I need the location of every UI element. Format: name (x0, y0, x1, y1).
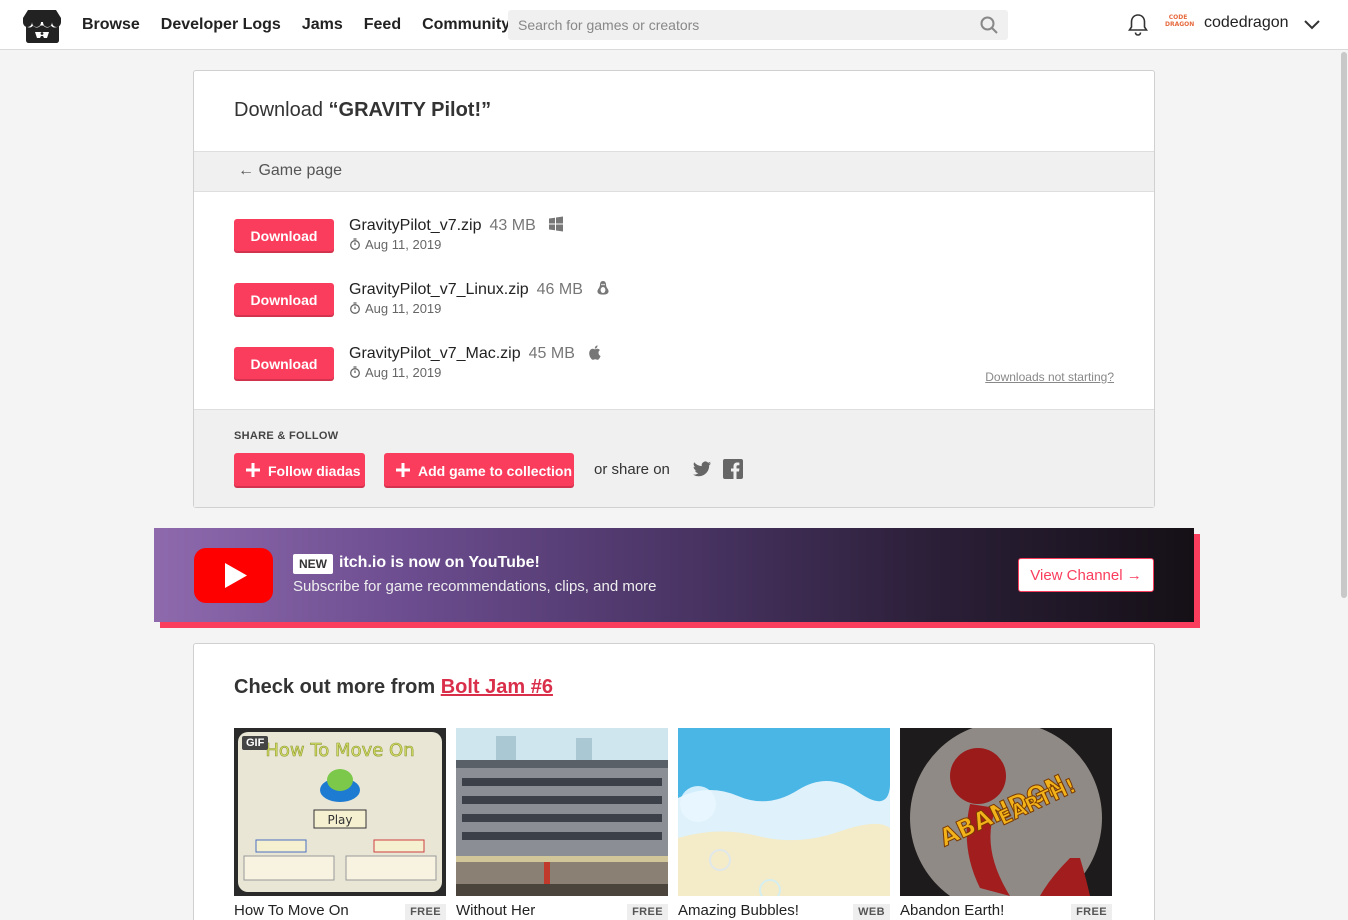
price-tag: FREE (1071, 904, 1112, 920)
add-to-collection-button[interactable]: Add game to collection (384, 453, 574, 488)
svg-text:Play: Play (327, 813, 352, 827)
file-size: 45 MB (528, 345, 575, 362)
main-nav: Browse Developer Logs Jams Feed Communit… (82, 0, 510, 50)
search-input[interactable] (508, 10, 1008, 40)
price-tag: FREE (405, 904, 446, 920)
file-info: GravityPilot_v7.zip 43 MB (349, 216, 564, 235)
game-title[interactable]: How To Move On (234, 902, 349, 919)
game-card[interactable]: Without Her FREE (456, 728, 668, 920)
amazing-bubbles-thumbnail (678, 728, 890, 896)
share-follow-section: SHARE & FOLLOW Follow diadas Add game to… (194, 409, 1154, 507)
download-button[interactable]: Download (234, 283, 334, 317)
avatar[interactable]: CODE DRAGON (1165, 14, 1194, 34)
gif-badge: GIF (242, 736, 269, 750)
download-panel: Download “GRAVITY Pilot!” ← Game page Do… (193, 70, 1155, 508)
download-row: Download GravityPilot_v7_Mac.zip 45 MB Au… (234, 344, 1114, 384)
search-box (508, 10, 1008, 40)
price-tag: FREE (627, 904, 668, 920)
username[interactable]: codedragon (1204, 14, 1289, 32)
notification-bell-icon[interactable] (1127, 13, 1149, 37)
file-name: GravityPilot_v7_Linux.zip (349, 281, 529, 298)
game-card[interactable]: Amazing Bubbles! WEB (678, 728, 890, 920)
download-button[interactable]: Download (234, 347, 334, 381)
new-badge: NEW (293, 554, 333, 574)
plus-icon (246, 463, 260, 477)
download-button[interactable]: Download (234, 219, 334, 253)
view-channel-button[interactable]: View Channel → (1018, 558, 1154, 592)
follow-button[interactable]: Follow diadas (234, 453, 365, 488)
linux-icon (597, 281, 609, 295)
nav-browse[interactable]: Browse (82, 16, 140, 34)
stopwatch-icon (350, 366, 360, 378)
youtube-banner-title: itch.io is now on YouTube! (339, 554, 540, 571)
game-card[interactable]: ABANDON EARTH! Abandon Earth! FREE (900, 728, 1112, 920)
nav-jams[interactable]: Jams (302, 16, 343, 34)
without-her-thumbnail (456, 728, 668, 896)
svg-text:How To Move On: How To Move On (265, 740, 414, 761)
jam-panel: Check out more from Bolt Jam #6 How To M… (193, 643, 1155, 920)
file-date: Aug 11, 2019 (349, 237, 441, 252)
youtube-banner: NEW itch.io is now on YouTube! Subscribe… (154, 528, 1194, 622)
game-thumbnail[interactable] (456, 728, 668, 896)
price-tag: WEB (853, 904, 890, 920)
stopwatch-icon (350, 302, 360, 314)
plus-icon (396, 463, 410, 477)
how-to-move-on-thumbnail: How To Move On Play (234, 728, 446, 896)
game-thumbnail[interactable]: How To Move On Play GIF (234, 728, 446, 896)
game-title[interactable]: Abandon Earth! (900, 902, 1004, 919)
file-size: 43 MB (489, 217, 536, 234)
game-card[interactable]: How To Move On Play GIF How To Move On F… (234, 728, 446, 920)
jam-heading: Check out more from Bolt Jam #6 (234, 676, 553, 698)
file-name: GravityPilot_v7_Mac.zip (349, 345, 521, 362)
chevron-down-icon[interactable] (1303, 17, 1321, 31)
game-page-bar: ← Game page (194, 151, 1154, 192)
nav-community[interactable]: Community (422, 16, 510, 34)
youtube-banner-subtitle: Subscribe for game recommendations, clip… (293, 578, 657, 595)
game-thumbnail[interactable]: ABANDON EARTH! (900, 728, 1112, 896)
game-page-link[interactable]: ← Game page (238, 162, 342, 180)
nav-developer-logs[interactable]: Developer Logs (161, 16, 281, 34)
file-date: Aug 11, 2019 (349, 365, 441, 380)
search-icon[interactable] (980, 16, 998, 34)
file-date: Aug 11, 2019 (349, 301, 441, 316)
game-title[interactable]: Without Her (456, 902, 535, 919)
downloads-not-starting-link[interactable]: Downloads not starting? (985, 370, 1114, 384)
page-title: Download “GRAVITY Pilot!” (234, 99, 492, 121)
file-info: GravityPilot_v7_Mac.zip 45 MB (349, 344, 603, 363)
youtube-logo-icon[interactable] (194, 548, 273, 603)
file-name: GravityPilot_v7.zip (349, 217, 482, 234)
share-follow-label: SHARE & FOLLOW (234, 430, 339, 442)
windows-icon (549, 216, 564, 232)
game-title[interactable]: Amazing Bubbles! (678, 902, 799, 919)
stopwatch-icon (350, 238, 360, 250)
twitter-icon[interactable] (692, 459, 712, 479)
abandon-earth-thumbnail: ABANDON EARTH! (900, 728, 1112, 896)
scrollbar-thumb[interactable] (1341, 52, 1347, 598)
jam-link[interactable]: Bolt Jam #6 (441, 676, 553, 698)
file-info: GravityPilot_v7_Linux.zip 46 MB (349, 280, 611, 299)
itch-logo-icon[interactable] (22, 8, 62, 44)
or-share-on-label: or share on (594, 461, 670, 478)
apple-icon (589, 345, 601, 360)
download-row: Download GravityPilot_v7.zip 43 MB Aug 11… (234, 216, 1114, 256)
download-row: Download GravityPilot_v7_Linux.zip 46 MB … (234, 280, 1114, 320)
game-thumbnail[interactable] (678, 728, 890, 896)
nav-feed[interactable]: Feed (364, 16, 401, 34)
facebook-icon[interactable] (723, 459, 743, 479)
page-scrollbar[interactable] (1340, 50, 1348, 920)
file-size: 46 MB (536, 281, 583, 298)
top-bar: Browse Developer Logs Jams Feed Communit… (0, 0, 1348, 50)
